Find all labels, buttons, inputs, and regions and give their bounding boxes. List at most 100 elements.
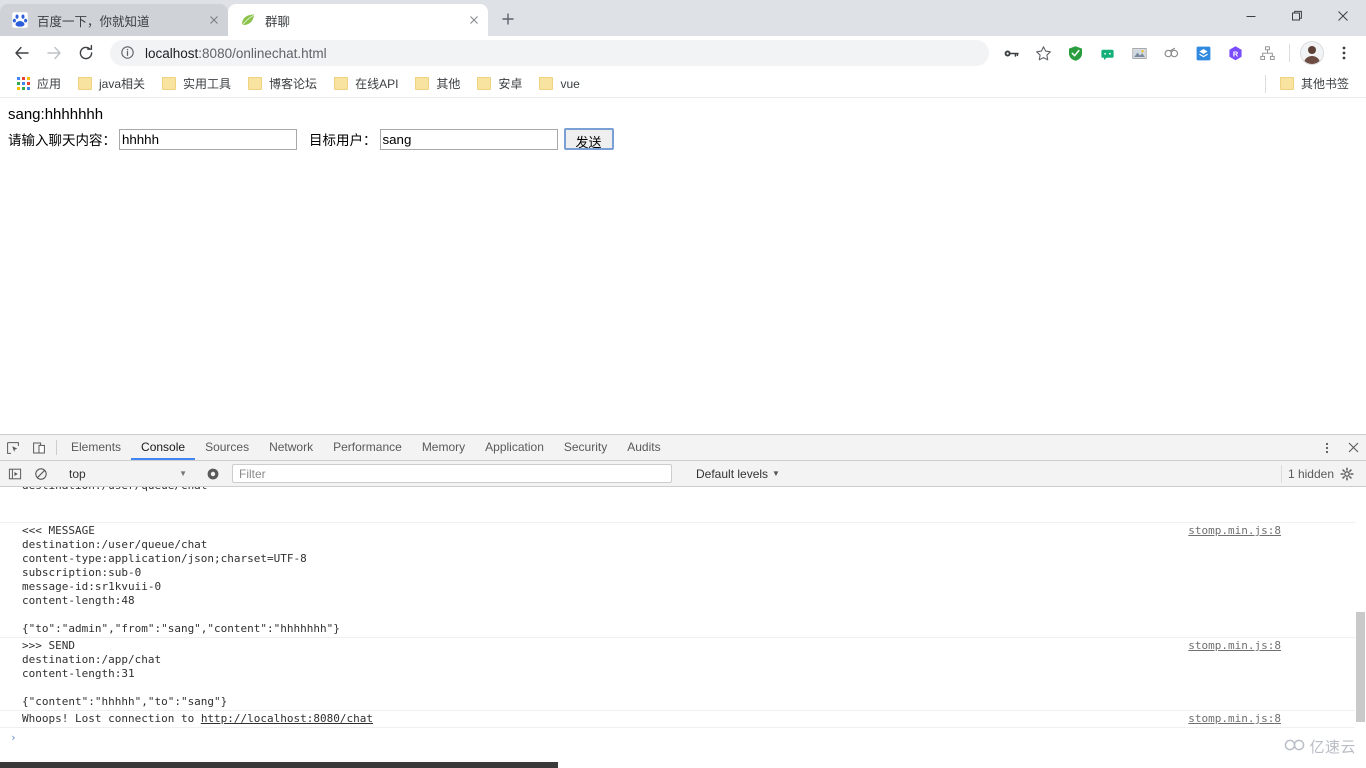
star-icon[interactable] bbox=[1029, 39, 1057, 67]
tab-close-icon[interactable] bbox=[466, 12, 482, 28]
maximize-icon[interactable] bbox=[1274, 0, 1320, 32]
bookmark-label: java相关 bbox=[99, 77, 146, 91]
key-icon[interactable] bbox=[997, 39, 1025, 67]
console-entry-url[interactable]: http://localhost:8080/chat bbox=[201, 712, 373, 725]
console-entry[interactable]: <<< MESSAGE destination:/user/queue/chat… bbox=[0, 523, 1366, 638]
devtools-tab-sources[interactable]: Sources bbox=[195, 435, 259, 460]
devtools-tabbar-divider bbox=[56, 440, 57, 455]
console-source-link[interactable]: stomp.min.js:8 bbox=[1188, 712, 1281, 726]
devtools-tab-network[interactable]: Network bbox=[259, 435, 323, 460]
purple-r-icon[interactable]: R bbox=[1221, 39, 1249, 67]
bookmarks-bar: 应用 java相关 实用工具 博客论坛 在线API 其他 安卓 vue 其他书签 bbox=[0, 70, 1366, 98]
bookmark-label: 其他书签 bbox=[1300, 77, 1349, 91]
console-horizontal-scrollbar[interactable] bbox=[0, 762, 1366, 768]
back-arrow-icon[interactable] bbox=[8, 39, 36, 67]
console-source-link[interactable]: stomp.min.js:8 bbox=[1188, 639, 1281, 653]
bookmark-folder-java[interactable]: java相关 bbox=[70, 72, 152, 95]
bookmark-folder-other[interactable]: 其他 bbox=[407, 72, 467, 95]
bookmark-folder-tools[interactable]: 实用工具 bbox=[154, 72, 238, 95]
close-icon[interactable] bbox=[1320, 0, 1366, 32]
console-source-link[interactable]: stomp.min.js:8 bbox=[1188, 524, 1281, 538]
console-levels-value: Default levels bbox=[696, 466, 769, 481]
live-expression-icon[interactable] bbox=[200, 467, 226, 481]
watermark-text: 亿速云 bbox=[1309, 739, 1356, 756]
console-hscroll-thumb[interactable] bbox=[0, 762, 558, 768]
devtools-tabbar: Elements Console Sources Network Perform… bbox=[0, 435, 1366, 461]
console-prompt[interactable]: › bbox=[0, 728, 1366, 748]
devtools-tab-console[interactable]: Console bbox=[131, 435, 196, 460]
console-context-selector[interactable]: top ▼ bbox=[65, 464, 191, 483]
browser-tab-strip: 百度一下，你就知道 群聊 bbox=[0, 0, 1366, 36]
folder-icon bbox=[538, 76, 554, 92]
folder-icon bbox=[77, 76, 93, 92]
reload-icon[interactable] bbox=[72, 39, 100, 67]
baidu-icon bbox=[12, 12, 28, 28]
user-avatar[interactable] bbox=[1300, 41, 1324, 65]
console-entry[interactable]: Whoops! Lost connection to http://localh… bbox=[0, 711, 1366, 728]
clear-console-icon[interactable] bbox=[28, 467, 54, 481]
console-context-value: top bbox=[69, 466, 86, 481]
console-hidden-info: 1 hidden bbox=[1275, 464, 1360, 483]
tab-close-icon[interactable] bbox=[206, 12, 222, 28]
chat-form: 请输入聊天内容： 目标用户： 发送 bbox=[8, 128, 1358, 150]
bookmark-label: 在线API bbox=[355, 77, 399, 91]
console-filter-placeholder: Filter bbox=[239, 466, 266, 481]
address-bar[interactable]: localhost:8080/onlinechat.html bbox=[110, 40, 989, 66]
browser-tab-chat[interactable]: 群聊 bbox=[228, 4, 488, 36]
devtools-tab-application[interactable]: Application bbox=[475, 435, 554, 460]
console-hidden-count: 1 hidden bbox=[1287, 466, 1334, 481]
three-dot-vertical-icon[interactable] bbox=[1314, 441, 1340, 455]
console-scrollbar[interactable] bbox=[1355, 487, 1366, 763]
devtools-close-icon[interactable] bbox=[1340, 441, 1366, 454]
spring-leaf-icon bbox=[240, 12, 256, 28]
devtools-tab-elements[interactable]: Elements bbox=[61, 435, 131, 460]
chevron-down-icon: ▼ bbox=[179, 469, 187, 478]
console-scrollbar-thumb[interactable] bbox=[1356, 612, 1365, 722]
blue-stack-icon[interactable] bbox=[1189, 39, 1217, 67]
bookmark-folder-api[interactable]: 在线API bbox=[326, 72, 405, 95]
bookmark-other-bookmarks[interactable]: 其他书签 bbox=[1272, 72, 1356, 95]
image-tool-icon[interactable] bbox=[1125, 39, 1153, 67]
forward-arrow-icon bbox=[40, 39, 68, 67]
bookmark-folder-vue[interactable]: vue bbox=[531, 73, 586, 95]
sitemap-icon[interactable] bbox=[1253, 39, 1281, 67]
bookmark-label: 博客论坛 bbox=[269, 77, 318, 91]
folder-icon bbox=[1279, 76, 1295, 92]
console-levels-selector[interactable]: Default levels ▼ bbox=[696, 467, 780, 481]
minimize-icon[interactable] bbox=[1228, 0, 1274, 32]
execute-snippet-icon[interactable] bbox=[2, 467, 28, 481]
folder-icon bbox=[247, 76, 263, 92]
devtools-tab-audits[interactable]: Audits bbox=[617, 435, 670, 460]
svg-text:R: R bbox=[1232, 49, 1238, 58]
devtools-tab-security[interactable]: Security bbox=[554, 435, 617, 460]
toolbar-divider bbox=[1289, 44, 1290, 62]
send-button[interactable]: 发送 bbox=[563, 128, 614, 150]
console-filter-input[interactable]: Filter bbox=[232, 464, 672, 483]
green-chat-icon[interactable] bbox=[1093, 39, 1121, 67]
console-entry-message: Whoops! Lost connection to bbox=[22, 712, 201, 725]
target-user-input[interactable] bbox=[379, 128, 558, 150]
inspect-element-icon[interactable] bbox=[0, 435, 26, 460]
bookmark-folder-blog[interactable]: 博客论坛 bbox=[240, 72, 324, 95]
filterbar-right-divider bbox=[1280, 464, 1282, 483]
console-entry-text: >>> SEND destination:/app/chat content-l… bbox=[22, 639, 228, 708]
info-circle-icon[interactable] bbox=[120, 45, 136, 61]
console-entry[interactable]: destination:/user/queue/chat bbox=[0, 487, 1366, 523]
console-entry[interactable]: >>> SEND destination:/app/chat content-l… bbox=[0, 638, 1366, 711]
browser-tab-baidu[interactable]: 百度一下，你就知道 bbox=[0, 4, 228, 36]
devtools-tab-performance[interactable]: Performance bbox=[323, 435, 412, 460]
bookmark-label: 应用 bbox=[37, 77, 62, 91]
gear-icon[interactable] bbox=[1334, 466, 1360, 481]
bookmarks-divider bbox=[1264, 74, 1266, 93]
device-toolbar-icon[interactable] bbox=[26, 435, 52, 460]
new-tab-button[interactable] bbox=[494, 5, 522, 33]
chat-content-input[interactable] bbox=[119, 128, 297, 150]
bookmark-apps[interactable]: 应用 bbox=[8, 72, 68, 95]
devtools-tab-memory[interactable]: Memory bbox=[412, 435, 475, 460]
console-output[interactable]: destination:/user/queue/chat <<< MESSAGE… bbox=[0, 487, 1366, 763]
bookmark-folder-android[interactable]: 安卓 bbox=[469, 72, 529, 95]
adguard-shield-icon[interactable] bbox=[1061, 39, 1089, 67]
folder-icon bbox=[333, 76, 349, 92]
three-dot-menu-icon[interactable] bbox=[1330, 39, 1358, 67]
link-chain-icon[interactable] bbox=[1157, 39, 1185, 67]
